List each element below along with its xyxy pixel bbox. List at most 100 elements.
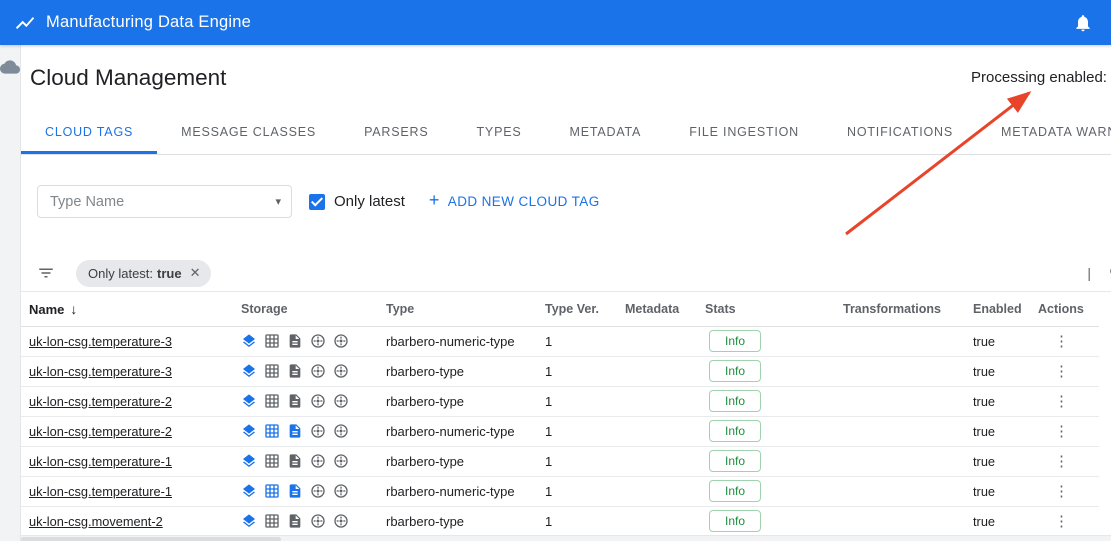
tab-file-ingestion[interactable]: FILE INGESTION [665,110,823,154]
enabled-cell: true [973,326,1038,356]
storage-layers-icon [241,483,257,499]
toolbar-divider: | [1087,265,1091,281]
storage-icons [241,423,349,439]
info-button[interactable]: Info [709,450,761,472]
storage-wheel-icon [333,513,349,529]
filter-controls: Type Name ▾ Only latest + ADD NEW CLOUD … [21,155,1111,255]
add-new-cloud-tag-label: ADD NEW CLOUD TAG [448,194,600,209]
info-button[interactable]: Info [709,390,761,412]
storage-wheel-icon [333,333,349,349]
type-cell: rbarbero-numeric-type [386,326,545,356]
info-button[interactable]: Info [709,480,761,502]
tab-notifications[interactable]: NOTIFICATIONS [823,110,977,154]
enabled-cell: true [973,356,1038,386]
storage-wheel-icon [333,393,349,409]
tab-message-classes[interactable]: MESSAGE CLASSES [157,110,340,154]
storage-document-icon [287,363,303,379]
storage-table-icon [264,393,280,409]
cloud-tag-name-link[interactable]: uk-lon-csg.temperature-1 [29,484,172,499]
info-button[interactable]: Info [709,510,761,532]
horizontal-scrollbar[interactable] [21,535,1111,541]
storage-layers-icon [241,423,257,439]
app-logo-chart-icon [14,12,36,34]
tab-parsers[interactable]: PARSERS [340,110,452,154]
cloud-tag-name-link[interactable]: uk-lon-csg.movement-2 [29,514,163,529]
column-header-stats: Stats [705,292,843,326]
transformations-cell [843,356,973,386]
cloud-nav-icon[interactable] [0,57,20,77]
table-header-row: Name↓ Storage Type Type Ver. Metadata St… [21,292,1099,326]
storage-icons [241,453,349,469]
row-actions-menu-icon[interactable]: ⋮ [1038,362,1069,380]
storage-layers-icon [241,363,257,379]
table-row: uk-lon-csg.temperature-1 rbarbero-numeri… [21,476,1099,506]
type-cell: rbarbero-numeric-type [386,476,545,506]
info-button[interactable]: Info [709,360,761,382]
metadata-cell [625,416,705,446]
row-actions-menu-icon[interactable]: ⋮ [1038,422,1069,440]
left-sidebar [0,45,21,541]
enabled-cell: true [973,446,1038,476]
table-row: uk-lon-csg.temperature-2 rbarbero-numeri… [21,416,1099,446]
sort-descending-icon[interactable]: ↓ [70,301,77,317]
chevron-down-icon: ▾ [275,195,281,208]
page-title: Cloud Management [30,65,226,91]
storage-wheel-icon [333,363,349,379]
cloud-tag-name-link[interactable]: uk-lon-csg.temperature-2 [29,394,172,409]
enabled-cell: true [973,386,1038,416]
info-button[interactable]: Info [709,330,761,352]
type-cell: rbarbero-numeric-type [386,416,545,446]
row-actions-menu-icon[interactable]: ⋮ [1038,482,1069,500]
only-latest-control[interactable]: Only latest [309,185,405,218]
app-title: Manufacturing Data Engine [46,13,251,32]
column-header-name[interactable]: Name [29,302,64,317]
storage-table-icon [264,363,280,379]
transformations-cell [843,326,973,356]
row-actions-menu-icon[interactable]: ⋮ [1038,392,1069,410]
table-row: uk-lon-csg.movement-2 rbarbero-type 1 In… [21,506,1099,536]
storage-layers-icon [241,393,257,409]
storage-table-icon [264,453,280,469]
cloud-tag-name-link[interactable]: uk-lon-csg.temperature-3 [29,334,172,349]
storage-wheel-icon [333,483,349,499]
chip-value: true [157,266,182,281]
only-latest-label: Only latest [334,193,405,210]
chip-close-icon[interactable]: ✕ [190,265,201,281]
cloud-tag-name-link[interactable]: uk-lon-csg.temperature-3 [29,364,172,379]
filter-chip-only-latest[interactable]: Only latest: true ✕ [76,260,211,287]
enabled-cell: true [973,476,1038,506]
storage-document-icon [287,483,303,499]
filter-list-icon[interactable] [37,264,55,282]
row-actions-menu-icon[interactable]: ⋮ [1038,512,1069,530]
type-name-select[interactable]: Type Name ▾ [37,185,292,218]
storage-wheel-icon [333,453,349,469]
row-actions-menu-icon[interactable]: ⋮ [1038,332,1069,350]
type-version-cell: 1 [545,476,625,506]
row-actions-menu-icon[interactable]: ⋮ [1038,452,1069,470]
tab-bar: CLOUD TAGS MESSAGE CLASSES PARSERS TYPES… [21,110,1111,155]
metadata-cell [625,386,705,416]
storage-layers-icon [241,453,257,469]
tab-types[interactable]: TYPES [453,110,546,154]
horizontal-scrollbar-thumb[interactable] [21,537,281,541]
type-version-cell: 1 [545,356,625,386]
type-cell: rbarbero-type [386,506,545,536]
table-row: uk-lon-csg.temperature-3 rbarbero-type 1… [21,356,1099,386]
storage-layers-icon [241,333,257,349]
table-row: uk-lon-csg.temperature-2 rbarbero-type 1… [21,386,1099,416]
cloud-tag-name-link[interactable]: uk-lon-csg.temperature-1 [29,454,172,469]
type-cell: rbarbero-type [386,386,545,416]
notifications-bell-icon[interactable] [1073,13,1093,33]
type-cell: rbarbero-type [386,446,545,476]
cloud-management-app: Manufacturing Data Engine Cloud Manageme… [0,0,1111,541]
tab-metadata-warnings[interactable]: METADATA WARNINGS [977,110,1111,154]
info-button[interactable]: Info [709,420,761,442]
storage-document-icon [287,423,303,439]
add-new-cloud-tag-button[interactable]: + ADD NEW CLOUD TAG [429,185,600,218]
transformations-cell [843,416,973,446]
tab-metadata[interactable]: METADATA [546,110,666,154]
cloud-tag-name-link[interactable]: uk-lon-csg.temperature-2 [29,424,172,439]
only-latest-checkbox[interactable] [309,194,325,210]
metadata-cell [625,506,705,536]
tab-cloud-tags[interactable]: CLOUD TAGS [21,110,157,154]
